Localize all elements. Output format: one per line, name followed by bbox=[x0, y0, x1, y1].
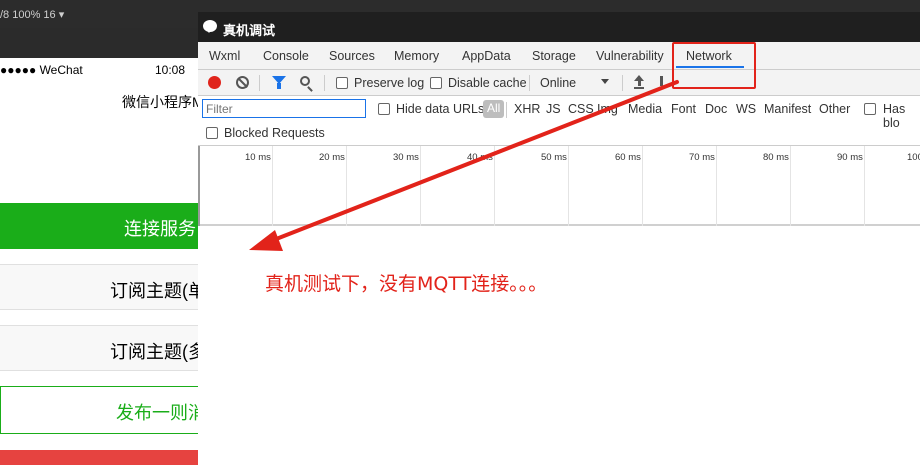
disable-cache-checkbox[interactable] bbox=[430, 77, 442, 89]
publish-message-button[interactable]: 发布一则消 bbox=[0, 386, 200, 434]
miniprogram-title: 微信小程序M bbox=[122, 94, 200, 110]
tab-vulnerability[interactable]: Vulnerability bbox=[596, 49, 664, 63]
timeline-gridline bbox=[716, 146, 717, 226]
devtools-title: 真机调试 bbox=[223, 23, 276, 38]
type-filter-img[interactable]: Img bbox=[597, 102, 618, 116]
record-icon[interactable] bbox=[208, 76, 221, 89]
subscribe-single-label: 订阅主题(单 bbox=[110, 281, 200, 301]
devtools-tab-bar: Wxml Console Sources Memory AppData Stor… bbox=[198, 42, 920, 70]
hide-data-urls-checkbox[interactable] bbox=[378, 103, 390, 115]
chevron-down-icon[interactable] bbox=[601, 79, 609, 84]
type-filter-other[interactable]: Other bbox=[819, 102, 850, 116]
tab-memory[interactable]: Memory bbox=[394, 49, 439, 63]
type-filter-xhr[interactable]: XHR bbox=[514, 102, 540, 116]
filter-bar: Hide data URLs All XHR JS CSS Img Media … bbox=[198, 96, 920, 146]
tab-console[interactable]: Console bbox=[263, 49, 309, 63]
preserve-log-label: Preserve log bbox=[354, 76, 425, 90]
tab-appdata[interactable]: AppData bbox=[462, 49, 511, 63]
timeline-tick-label: 100 bbox=[907, 152, 920, 163]
carrier-label: ●●●●● WeChat bbox=[0, 63, 83, 77]
wechat-bubble-icon bbox=[203, 20, 217, 33]
subscribe-single-button[interactable]: 订阅主题(单 bbox=[0, 264, 200, 310]
type-filter-all[interactable]: All bbox=[483, 100, 505, 118]
type-filter-css[interactable]: CSS bbox=[568, 102, 594, 116]
search-icon[interactable] bbox=[300, 76, 310, 86]
toolbar-divider bbox=[324, 75, 325, 91]
devtools-titlebar: 真机调试 bbox=[198, 12, 920, 42]
timeline-tick-label: 10 ms bbox=[245, 152, 271, 163]
timeline-tick-label: 50 ms bbox=[541, 152, 567, 163]
tab-sources[interactable]: Sources bbox=[329, 49, 375, 63]
timeline-gridline bbox=[346, 146, 347, 226]
tab-storage[interactable]: Storage bbox=[532, 49, 576, 63]
timeline-gridline bbox=[790, 146, 791, 226]
phone-status-bar: ●●●●● WeChat 10:08 bbox=[0, 58, 200, 82]
connect-server-button[interactable]: 连接服务 bbox=[0, 203, 200, 249]
disconnect-button[interactable] bbox=[0, 450, 200, 465]
filter-input[interactable] bbox=[202, 99, 366, 118]
toolbar-divider bbox=[529, 75, 530, 91]
timeline-gridline bbox=[864, 146, 865, 226]
has-blocked-cookies-label: Has blo bbox=[883, 102, 906, 130]
timeline-tick-label: 30 ms bbox=[393, 152, 419, 163]
timeline-gridline bbox=[420, 146, 421, 226]
has-blocked-cookies-checkbox[interactable] bbox=[864, 103, 876, 115]
throttling-select[interactable]: Online bbox=[540, 76, 576, 90]
clock-label: 10:08 bbox=[155, 63, 186, 77]
network-timeline: 10 ms 20 ms 30 ms 40 ms 50 ms 60 ms 70 m… bbox=[198, 146, 920, 226]
preserve-log-checkbox[interactable] bbox=[336, 77, 348, 89]
clear-icon[interactable] bbox=[236, 76, 249, 89]
ide-status-text: /8 100% 16 ▾ bbox=[0, 9, 65, 21]
connect-server-label: 连接服务 bbox=[124, 219, 196, 239]
network-request-list bbox=[198, 228, 920, 465]
ide-toolbar-strip bbox=[0, 28, 200, 58]
toolbar-divider bbox=[622, 75, 623, 91]
annotation-text: 真机测试下，没有MQTT连接。。。 bbox=[265, 273, 548, 295]
timeline-gridline bbox=[642, 146, 643, 226]
timeline-gridline bbox=[568, 146, 569, 226]
timeline-tick-label: 40 ms bbox=[467, 152, 493, 163]
timeline-tick-label: 60 ms bbox=[615, 152, 641, 163]
timeline-tick-label: 80 ms bbox=[763, 152, 789, 163]
type-filter-js[interactable]: JS bbox=[546, 102, 561, 116]
type-filter-ws[interactable]: WS bbox=[736, 102, 756, 116]
network-toolbar: Preserve log Disable cache Online bbox=[198, 70, 920, 96]
blocked-requests-checkbox[interactable] bbox=[206, 127, 218, 139]
hide-data-urls-label: Hide data URLs bbox=[396, 102, 485, 116]
disable-cache-label: Disable cache bbox=[448, 76, 527, 90]
timeline-tick-label: 70 ms bbox=[689, 152, 715, 163]
timeline-gridline bbox=[272, 146, 273, 226]
blocked-requests-label: Blocked Requests bbox=[224, 126, 325, 140]
timeline-start-marker bbox=[198, 146, 200, 226]
type-filter-media[interactable]: Media bbox=[628, 102, 662, 116]
publish-message-label: 发布一则消 bbox=[116, 403, 200, 423]
timeline-gridline bbox=[494, 146, 495, 226]
toolbar-divider bbox=[259, 75, 260, 91]
timeline-tick-label: 90 ms bbox=[837, 152, 863, 163]
tab-wxml[interactable]: Wxml bbox=[209, 49, 240, 63]
filter-icon[interactable] bbox=[272, 76, 286, 89]
export-har-icon[interactable] bbox=[660, 76, 663, 86]
network-tab-highlight-box bbox=[672, 42, 756, 89]
type-filter-manifest[interactable]: Manifest bbox=[764, 102, 811, 116]
subscribe-multi-button[interactable]: 订阅主题(多 bbox=[0, 325, 200, 371]
devtools-window: 真机调试 Wxml Console Sources Memory AppData… bbox=[198, 12, 920, 465]
type-filter-font[interactable]: Font bbox=[671, 102, 696, 116]
subscribe-multi-label: 订阅主题(多 bbox=[110, 342, 200, 362]
toolbar-divider bbox=[506, 102, 507, 118]
timeline-tick-label: 20 ms bbox=[319, 152, 345, 163]
import-har-icon[interactable] bbox=[634, 75, 644, 89]
type-filter-doc[interactable]: Doc bbox=[705, 102, 727, 116]
phone-simulator: ●●●●● WeChat 10:08 微信小程序M 连接服务 订阅主题(单 订阅… bbox=[0, 58, 200, 465]
